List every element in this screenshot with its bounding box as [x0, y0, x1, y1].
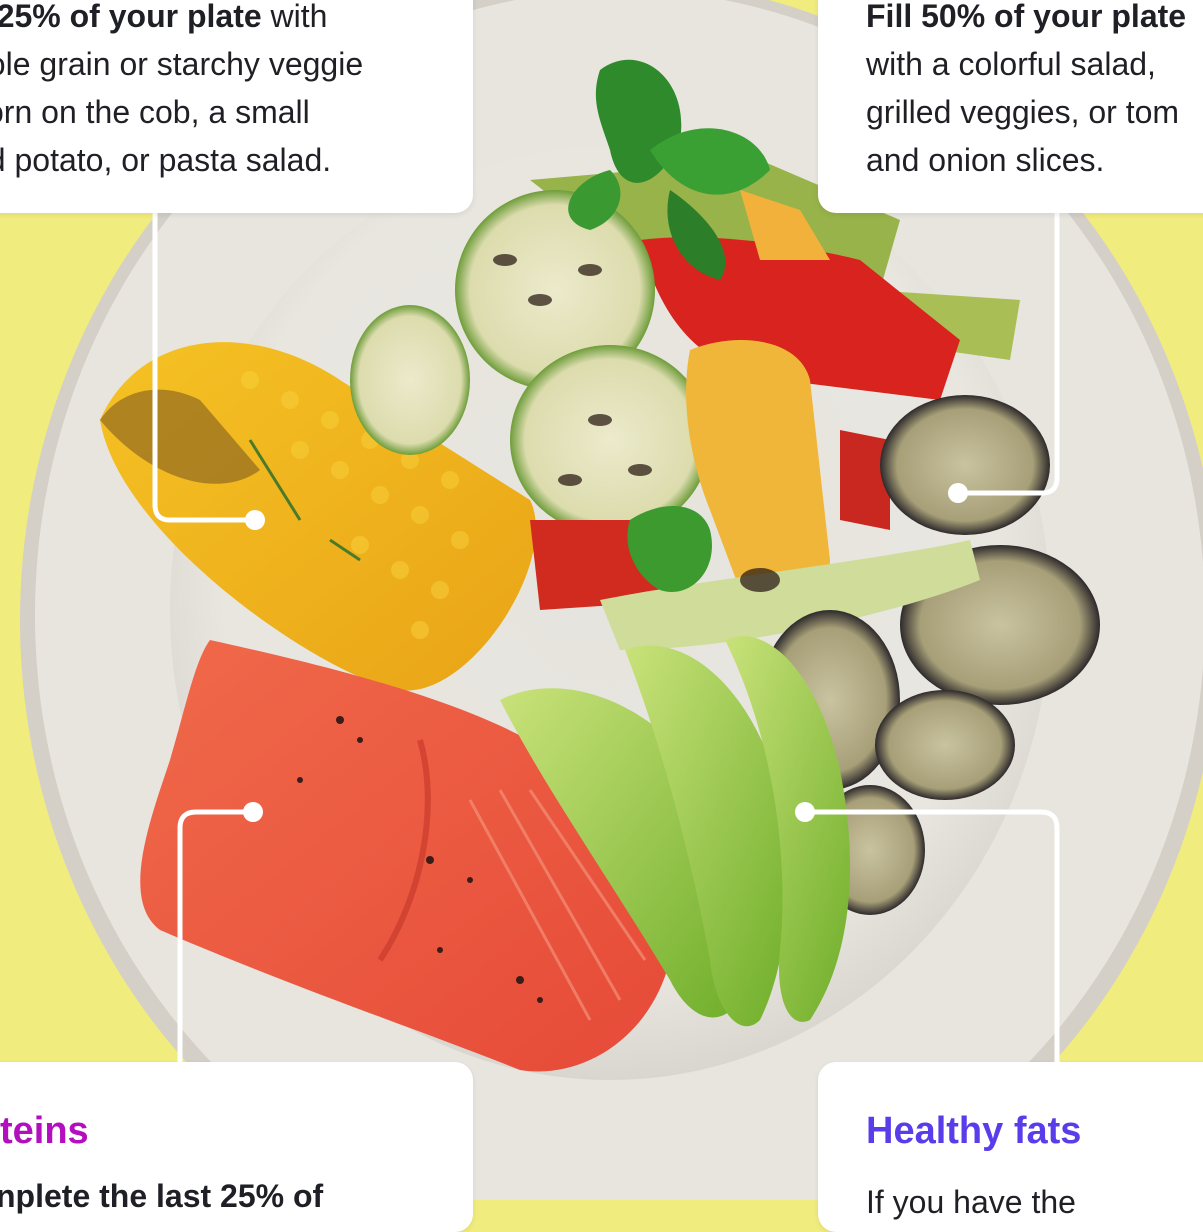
- grains-line-1-rest: with: [261, 0, 328, 34]
- grains-line-4: ed potato, or pasta salad.: [0, 142, 332, 178]
- veggies-line-2: with a colorful salad,: [866, 46, 1156, 82]
- callout-dot-veggies: [948, 483, 968, 503]
- fats-heading: Healthy fats: [866, 1110, 1082, 1152]
- callout-dot-fats: [795, 802, 815, 822]
- grains-line-2: hole grain or starchy veggie: [0, 46, 364, 82]
- veggies-line-4: and onion slices.: [866, 142, 1105, 178]
- callout-dot-grains: [245, 510, 265, 530]
- proteins-line-1: nplete the last 25% of: [0, 1178, 324, 1214]
- callout-card-grains: e 25% of your plate with hole grain or s…: [0, 0, 473, 213]
- veggies-bold: Fill 50% of your plate: [866, 0, 1187, 34]
- callout-card-proteins: teins nplete the last 25% of: [0, 1062, 473, 1232]
- callout-card-fats: Healthy fats If you have the: [818, 1062, 1203, 1232]
- veggies-line-3: grilled veggies, or tom: [866, 94, 1180, 130]
- proteins-heading: teins: [0, 1110, 89, 1152]
- grains-line-1: e 25% of your plate with: [0, 0, 327, 40]
- grains-line-3: corn on the cob, a small: [0, 94, 310, 130]
- callout-card-veggies: Fill 50% of your plate with a colorful s…: [818, 0, 1203, 213]
- callout-dot-proteins: [243, 802, 263, 822]
- grains-bold: e 25% of your plate: [0, 0, 262, 34]
- fats-line-1: If you have the: [866, 1184, 1076, 1220]
- veggies-line-1: Fill 50% of your plate: [866, 0, 1186, 40]
